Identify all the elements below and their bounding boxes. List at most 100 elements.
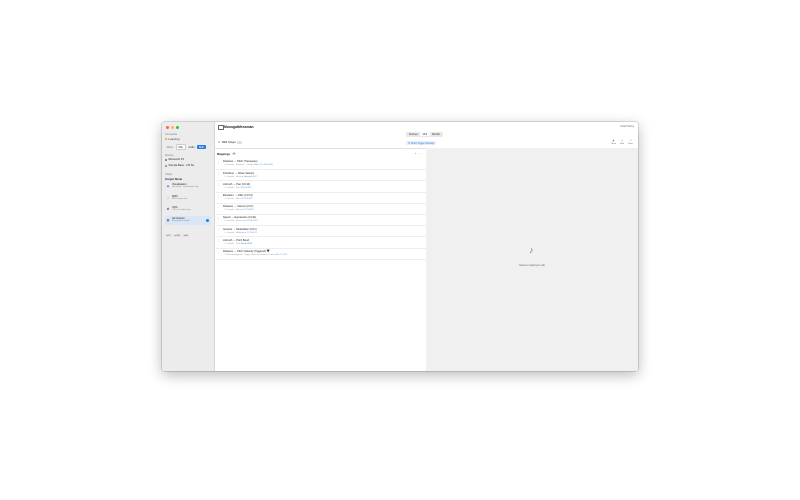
minimize-window-button[interactable] (171, 126, 174, 129)
output-option-osc[interactable]: ⇄ OSC OSC to another app (165, 205, 211, 214)
output-subtitle: All outputs enabled (172, 220, 190, 222)
midi-output-toggle[interactable] (237, 141, 243, 144)
output-option-midi[interactable]: ♪ MIDI MIDI output only (165, 194, 211, 203)
table-row[interactable]: ⋮ PointFive → Noise Velocity ↳ Controls · … (214, 170, 426, 182)
mapping-detail: ↳ Controls · Modulation CC1 0-127 (224, 231, 257, 234)
mapping-detail-text: Controls · Pan (226, 186, 240, 189)
show-trigger-settings-button[interactable]: ⚙ Show Trigger Settings (406, 141, 437, 145)
segment-sources[interactable]: Sources (406, 132, 420, 136)
mute-label: Mute (611, 142, 616, 145)
mode-tab-audio[interactable]: Audio (187, 145, 197, 149)
clear-history-button[interactable]: Clear History (620, 125, 634, 128)
mode-tab-midi[interactable]: Midi (175, 144, 186, 151)
drag-handle-icon[interactable]: ⋮ (217, 161, 219, 164)
table-row[interactable]: ⋮ Azimuth → Pitch Bend ↳ Controls · Pitch … (214, 237, 426, 249)
network-icon: ⇄ (166, 207, 170, 211)
mapping-range-link[interactable]: Velocity 0-127 (244, 176, 257, 178)
solo-button[interactable]: ◎ Solo (620, 140, 624, 145)
mapping-detail-text: Controls · Filter (226, 197, 241, 200)
device-dot-icon (165, 164, 167, 167)
mapping-range-link[interactable]: CC11 0-127 (247, 220, 258, 222)
table-row[interactable]: ⋮ Elevation → Filter (CC74) ↳ Controls · F… (214, 193, 426, 204)
table-row[interactable]: ⋮ Distance → Pitch (Transpose) ↳ Controls … (214, 159, 426, 171)
device-label: Monoverb FX (168, 158, 185, 161)
stat-tag: ● 12 (165, 234, 172, 237)
mapping-range-link[interactable]: CC10 0-127 (240, 187, 251, 189)
remove-mapping-button[interactable]: − (419, 152, 421, 155)
drag-handle-icon[interactable]: ⋮ (217, 251, 219, 254)
mapping-detail-text: Controls · Pitch (226, 242, 241, 245)
mapping-detail-text: Velocity triggered · Trigger when the di… (226, 253, 276, 256)
midi-output-control: ⊙ MIDI Output (218, 141, 243, 144)
mapping-range-link[interactable]: CC1 0-127 (247, 232, 257, 234)
list-actions: + − (415, 152, 421, 155)
mapping-detail: ↳ Controls · Distance → Range Pitch: C2 … (224, 164, 273, 167)
table-row[interactable]: ⋮ Azimuth → Pan (CC10) ↳ Controls · Pan CC… (214, 181, 426, 193)
panic-button[interactable]: ⏻ Panic (628, 140, 633, 145)
mapping-range-link[interactable]: CC7 0-127 (243, 209, 253, 211)
mapping-title: PointFive → Noise Velocity (223, 171, 255, 175)
mapping-detail-text: Controls · Expression (226, 220, 247, 223)
mapping-detail: ↳ Controls · Filter CC74 0-127 (224, 197, 253, 200)
mapping-title: Distance → Pitch (Transpose) (223, 160, 258, 164)
segment-monitor[interactable]: Monitor (430, 132, 443, 136)
mapping-detail: ↳ Controls · Velocity Velocity 0-127 (224, 175, 257, 178)
mapping-detail-text: Controls · Distance → Range (226, 164, 254, 167)
drag-handle-icon[interactable]: ⋮ (217, 206, 219, 209)
mapping-range-link[interactable]: CC74 0-127 (241, 198, 252, 200)
mapping-range-link[interactable]: Pitch: C2 - B2 (0-75) (254, 164, 273, 166)
mapping-detail: ↳ Velocity triggered · Trigger when the … (224, 253, 287, 256)
mapping-detail-text: Controls · Velocity (226, 175, 244, 178)
stats-tags: ● 12 ● 234 ● 48 (165, 234, 190, 237)
drag-handle-icon[interactable]: ⋮ (217, 239, 219, 242)
drag-handle-icon[interactable]: ⋮ (217, 183, 219, 186)
segment-midi[interactable]: Midi (420, 132, 430, 137)
table-row[interactable]: ⋮ Gesture → Modulation (CC1) ↳ Controls · … (214, 226, 426, 238)
mappings-header: Mappings 10 (217, 152, 236, 156)
midi-output-label: MIDI Output (221, 141, 236, 144)
midi-icon: ⊙ (218, 141, 221, 144)
drag-handle-icon[interactable]: ⋮ (217, 172, 219, 175)
mapping-title: Elevation → Filter (CC74) (223, 193, 253, 197)
output-option-visualisation[interactable]: ◉ Visualisation No output · visualizatio… (165, 182, 211, 191)
device-item-2[interactable]: Sample Bass · 2 B S4 (165, 164, 194, 167)
grid-icon: ▦ (166, 218, 170, 222)
mapping-title: Speed → Expression (CC11) (223, 216, 257, 220)
sidebar: Connection Learning Mode Midi Audio Both… (162, 122, 215, 371)
mapping-detail-text: Controls · Volume (226, 209, 243, 212)
output-option-all[interactable]: ▦ All Outputs All outputs enabled (165, 216, 211, 225)
mapping-detail: ↳ Controls · Expression CC11 0-127 (224, 220, 258, 223)
mute-button[interactable]: 🔈 Mute (612, 140, 616, 145)
mapping-detail: ↳ Controls · Pan CC10 0-127 (224, 186, 252, 189)
device-label: Sample Bass · 2 B S4 (168, 164, 194, 167)
output-subtitle: MIDI output only (172, 198, 188, 200)
music-note-icon: ♪ (167, 196, 169, 200)
drag-handle-icon[interactable]: ⋮ (217, 217, 219, 220)
eye-icon: ◉ (166, 184, 170, 188)
drag-handle-icon[interactable]: ⋮ (217, 228, 219, 231)
app-window: Connection Learning Mode Midi Audio Both… (162, 122, 638, 371)
mapping-detail: ↳ Controls · Pitch Bend ±8192 (224, 242, 253, 245)
table-row[interactable]: ⋮ Distance → Pitch (Velocity Triggered) 🎹… (214, 249, 426, 260)
connection-status: Learning (165, 137, 179, 141)
add-mapping-button[interactable]: + (415, 152, 417, 155)
device-item-1[interactable]: Monoverb FX (165, 158, 184, 161)
table-row[interactable]: ⋮ Speed → Expression (CC11) ↳ Controls · E… (214, 215, 426, 227)
mappings-list-pane: Mappings 10 + − ⋮ Distance → Pitch (Trans… (214, 148, 427, 371)
selected-check-icon (206, 219, 209, 222)
mapping-range-link[interactable]: Bend ±8192 (241, 243, 252, 245)
main-area: MonogatMessman Clear History Sources Mid… (214, 122, 638, 371)
mode-tab-both[interactable]: Both (197, 145, 206, 150)
view-segmented-control: Sources Midi Monitor (406, 132, 443, 137)
table-row[interactable]: ⋮ Distance → Volume (CC7) ↳ Controls · Vol… (214, 204, 426, 215)
close-window-button[interactable] (166, 126, 169, 129)
drag-handle-icon[interactable]: ⋮ (217, 195, 219, 198)
mapping-title: Azimuth → Pitch Bend (223, 238, 249, 242)
mappings-list: ⋮ Distance → Pitch (Transpose) ↳ Controls … (214, 159, 426, 260)
mapping-range-link[interactable]: 60 · 0 - 127 (276, 254, 287, 256)
output-subtitle: No output · visualization only (172, 186, 199, 188)
zoom-window-button[interactable] (176, 126, 179, 129)
mode-selector: Mode Midi Audio Both (165, 144, 206, 151)
output-subtitle: OSC to another app (172, 209, 191, 211)
mappings-title: Mappings (217, 152, 231, 156)
